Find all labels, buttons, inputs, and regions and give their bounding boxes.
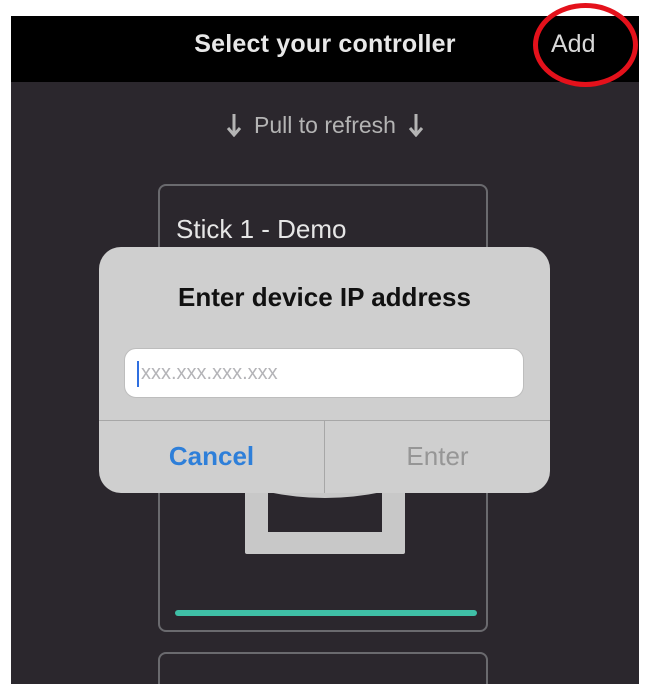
controller-card[interactable] [158,652,488,684]
ip-address-placeholder: xxx.xxx.xxx.xxx [141,362,278,384]
controller-status-bar [175,610,477,616]
ip-address-input[interactable]: xxx.xxx.xxx.xxx [124,348,524,398]
arrow-down-icon [408,114,424,137]
highlight-circle [533,3,638,87]
pull-to-refresh-hint[interactable]: Pull to refresh [11,112,639,139]
app-screen: Select your controller Add Pull to refre… [11,16,639,684]
enter-button[interactable]: Enter [325,420,550,493]
dialog-title: Enter device IP address [178,282,471,312]
ip-address-dialog: Enter device IP address xxx.xxx.xxx.xxx … [99,247,550,493]
pull-to-refresh-label: Pull to refresh [254,112,396,138]
text-cursor [137,361,139,387]
controller-name: Stick 1 - Demo [176,214,347,244]
arrow-down-icon [226,114,242,137]
cancel-button[interactable]: Cancel [99,420,324,493]
